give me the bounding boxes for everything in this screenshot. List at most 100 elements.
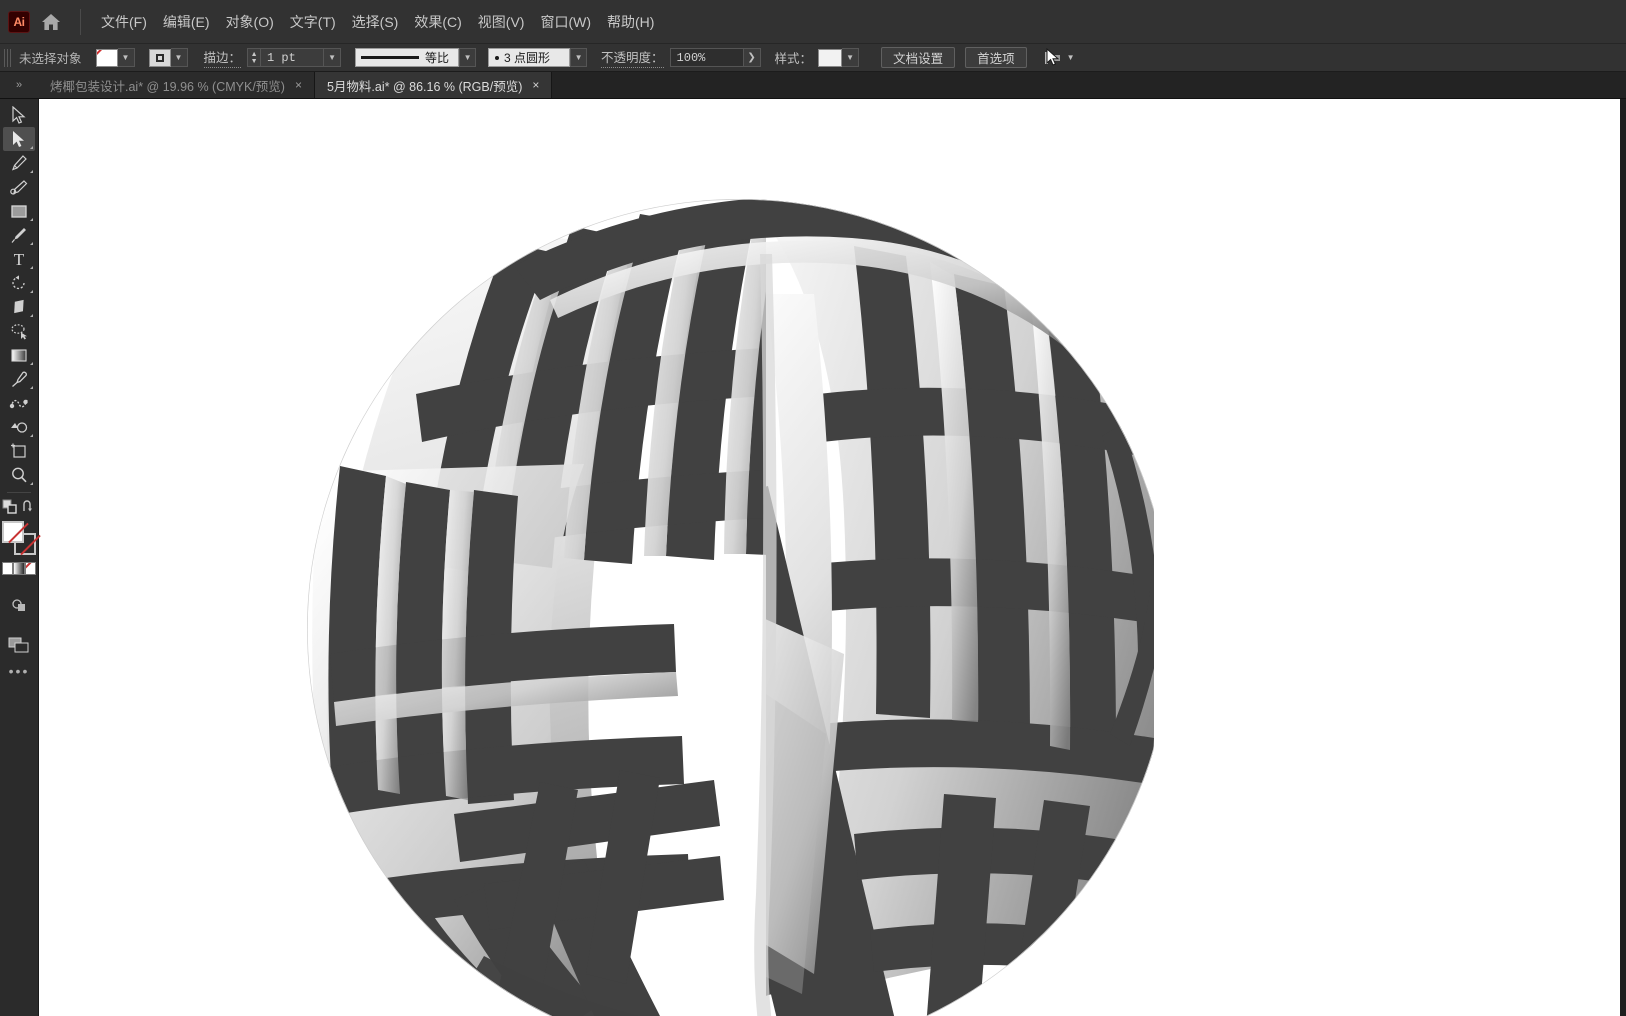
align-dropdown-group[interactable]: ▼ [1043, 47, 1075, 66]
home-icon[interactable] [36, 7, 66, 37]
svg-text:T: T [14, 250, 25, 268]
opacity-chevron-right-icon[interactable]: ❯ [743, 48, 761, 67]
flyout-triangle-icon [30, 266, 33, 269]
fill-swatch-chevron-down-icon[interactable]: ▼ [117, 48, 135, 67]
menu-separator [80, 8, 81, 35]
menu-edit[interactable]: 编辑(E) [155, 8, 218, 36]
mouse-cursor [1046, 47, 1059, 66]
close-icon[interactable]: × [532, 78, 539, 92]
lasso-tool[interactable] [3, 319, 35, 343]
preferences-button[interactable]: 首选项 [965, 47, 1027, 68]
stroke-swatch-group[interactable]: ▼ [148, 48, 188, 67]
screen-mode-button[interactable] [3, 633, 35, 657]
menu-effect[interactable]: 效果(C) [406, 8, 469, 36]
flyout-triangle-icon [30, 146, 33, 149]
document-tab-label: 5月物料.ai* @ 86.16 % (RGB/预览) [326, 79, 523, 94]
fill-indicator[interactable] [2, 521, 24, 543]
width-profile-chevron-down-icon[interactable]: ▼ [459, 48, 477, 67]
document-tab-0[interactable]: 烤椰包装设计.ai* @ 19.96 % (CMYK/预览) × [38, 72, 315, 98]
color-mode-buttons [2, 562, 36, 575]
opacity-group[interactable]: 100% ❯ [669, 48, 761, 67]
menu-select[interactable]: 选择(S) [344, 8, 407, 36]
flyout-triangle-icon [30, 386, 33, 389]
menu-bar: Ai 文件(F) 编辑(E) 对象(O) 文字(T) 选择(S) 效果(C) 视图(V) 窗口… [0, 0, 1626, 44]
flyout-triangle-icon [30, 242, 33, 245]
drawing-mode-button[interactable] [3, 593, 35, 617]
color-mode-solid[interactable] [2, 562, 14, 575]
menu-file[interactable]: 文件(F) [93, 8, 155, 36]
document-tab-1[interactable]: 5月物料.ai* @ 86.16 % (RGB/预览) × [314, 72, 553, 98]
stroke-swatch[interactable] [148, 48, 171, 67]
width-profile-display[interactable]: 等比 [355, 48, 460, 67]
color-mode-gradient[interactable] [13, 562, 25, 575]
blend-tool[interactable] [3, 391, 35, 415]
document-tab-label: 烤椰包装设计.ai* @ 19.96 % (CMYK/预览) [50, 79, 285, 94]
eyedropper-tool[interactable] [3, 367, 35, 391]
width-profile-group[interactable]: 等比 ▼ [355, 48, 477, 67]
toolbar-divider [7, 492, 31, 493]
stroke-weight-chevron-down-icon[interactable]: ▼ [324, 48, 342, 67]
control-bar: 未选择对象 ▼ ▼ 描边： ▲ ▼ 1 pt ▼ 等比 ▼ 3 点圆形 ▼ 不透… [0, 44, 1626, 72]
control-bar-grip[interactable] [4, 48, 13, 67]
curvature-tool[interactable] [3, 175, 35, 199]
stroke-swatch-chevron-down-icon[interactable]: ▼ [170, 48, 188, 67]
brush-definition-group[interactable]: 3 点圆形 ▼ [488, 48, 588, 67]
flyout-triangle-icon [30, 218, 33, 221]
flyout-triangle-icon [30, 170, 33, 173]
close-icon[interactable]: × [295, 78, 302, 92]
flyout-triangle-icon [30, 482, 33, 485]
menu-object[interactable]: 对象(O) [218, 8, 282, 36]
flyout-triangle-icon [30, 290, 33, 293]
graphic-style-swatch[interactable] [818, 48, 843, 67]
canvas-right-edge [1620, 99, 1626, 1016]
flyout-triangle-icon [30, 362, 33, 365]
flyout-triangle-icon [30, 314, 33, 317]
selection-status: 未选择对象 [19, 52, 82, 66]
selection-tool[interactable] [3, 103, 35, 127]
default-fill-stroke-icon[interactable] [2, 499, 18, 515]
rotate-tool[interactable] [3, 271, 35, 295]
menu-type[interactable]: 文字(T) [282, 8, 344, 36]
edit-toolbar-ellipsis-icon[interactable]: ••• [9, 663, 30, 679]
opacity-label: 不透明度： [601, 47, 664, 68]
paintbrush-tool[interactable] [3, 223, 35, 247]
fill-swatch-group[interactable]: ▼ [95, 48, 135, 67]
fill-swatch[interactable] [95, 48, 118, 67]
artboard-tool[interactable] [3, 439, 35, 463]
brush-dot-icon [495, 55, 500, 60]
opacity-input[interactable]: 100% [669, 48, 744, 67]
fill-stroke-controls-row [2, 498, 36, 518]
graphic-style-group[interactable]: ▼ [818, 48, 860, 67]
artwork-3d-typographic-sphere[interactable] [154, 99, 1154, 1016]
graphic-style-chevron-down-icon[interactable]: ▼ [842, 48, 860, 67]
stroke-weight-stepper-icon[interactable]: ▲ ▼ [247, 48, 261, 67]
menu-view[interactable]: 视图(V) [470, 8, 533, 36]
align-chevron-down-icon[interactable]: ▼ [1067, 53, 1075, 62]
zoom-tool[interactable] [3, 463, 35, 487]
menu-window[interactable]: 窗口(W) [532, 8, 599, 36]
brush-definition-display[interactable]: 3 点圆形 [488, 48, 571, 67]
width-profile-label: 等比 [425, 51, 450, 65]
document-tab-bar: » 烤椰包装设计.ai* @ 19.96 % (CMYK/预览) × 5月物料.ai… [0, 72, 1626, 99]
rectangle-tool[interactable] [3, 199, 35, 223]
width-profile-line-icon [361, 56, 420, 59]
document-setup-button[interactable]: 文档设置 [881, 47, 956, 68]
pen-tool[interactable] [3, 151, 35, 175]
stroke-weight-group[interactable]: ▲ ▼ 1 pt ▼ [247, 48, 342, 67]
menu-help[interactable]: 帮助(H) [599, 8, 662, 36]
stroke-weight-input[interactable]: 1 pt [260, 48, 325, 67]
chevron-double-right-icon[interactable]: » [0, 72, 38, 98]
brush-definition-chevron-down-icon[interactable]: ▼ [570, 48, 588, 67]
gradient-tool[interactable] [3, 343, 35, 367]
fill-stroke-indicator [2, 521, 36, 555]
swap-fill-stroke-icon[interactable] [22, 500, 36, 514]
app-logo: Ai [8, 10, 30, 33]
type-tool[interactable]: T [3, 247, 35, 271]
illustrator-window: Ai 文件(F) 编辑(E) 对象(O) 文字(T) 选择(S) 效果(C) 视图(V) 窗口… [0, 0, 1626, 1016]
artboard-canvas[interactable] [39, 99, 1626, 1016]
direct-selection-tool[interactable] [3, 127, 35, 151]
color-mode-none[interactable] [24, 562, 36, 575]
shape-builder-tool[interactable] [3, 415, 35, 439]
eraser-tool[interactable] [3, 295, 35, 319]
flyout-triangle-icon [30, 434, 33, 437]
